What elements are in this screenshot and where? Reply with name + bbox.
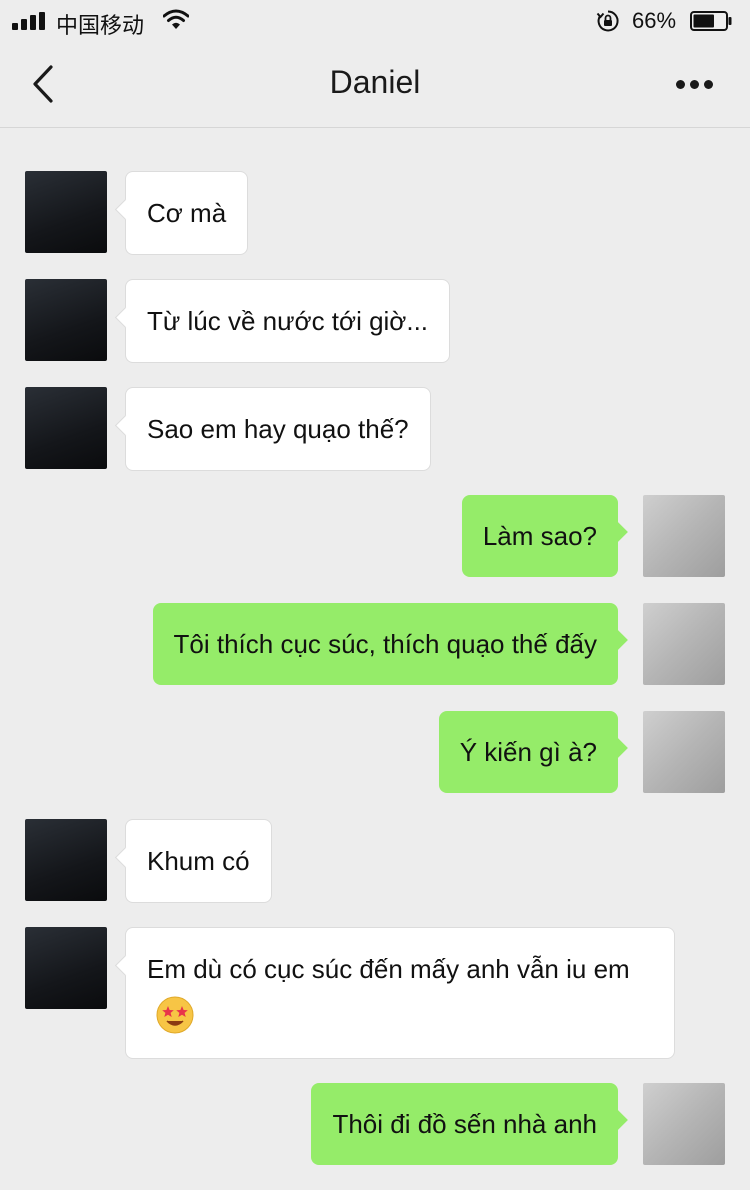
signal-bars-icon [12, 12, 48, 30]
message-text: Cơ mà [147, 198, 227, 228]
nav-bar: Daniel [0, 40, 750, 128]
orientation-lock-icon [596, 10, 619, 32]
message-bubble[interactable]: Thôi đi đồ sến nhà anh [311, 1083, 618, 1165]
message-bubble[interactable]: Ý kiến gì à? [438, 711, 618, 793]
message-bubble[interactable]: Từ lúc về nước tới giờ... [125, 279, 451, 363]
message-text: Từ lúc về nước tới giờ... [147, 306, 429, 336]
contact-avatar[interactable] [25, 171, 107, 253]
chat-title: Daniel [329, 64, 421, 100]
message-text: Tôi thích cục súc, thích quạo thế đấy [173, 629, 597, 659]
message-list[interactable]: Cơ mà Từ lúc về nước tới giờ... Sao em h… [0, 128, 750, 1190]
message-text: Ý kiến gì à? [459, 737, 597, 767]
status-bar: 中国移动 66% [0, 0, 750, 40]
contact-avatar[interactable] [25, 279, 107, 361]
star-struck-emoji-icon [156, 996, 194, 1034]
self-avatar[interactable] [643, 603, 725, 685]
message-bubble[interactable]: Khum có [125, 819, 272, 903]
battery-percent: 66% [632, 8, 677, 33]
wifi-icon [163, 9, 189, 29]
message-text: Sao em hay quạo thế? [147, 414, 409, 444]
message-bubble[interactable]: Sao em hay quạo thế? [125, 387, 431, 471]
message-bubble[interactable]: Cơ mà [125, 171, 249, 255]
contact-avatar[interactable] [25, 387, 107, 469]
self-avatar[interactable] [643, 711, 725, 793]
message-text: Thôi đi đồ sến nhà anh [332, 1109, 597, 1139]
contact-avatar[interactable] [25, 819, 107, 901]
self-avatar[interactable] [643, 495, 725, 577]
more-dots-icon [676, 80, 685, 89]
self-avatar[interactable] [643, 1083, 725, 1165]
message-bubble[interactable]: Em dù có cục súc đến mấy anh vẫn iu em [125, 927, 675, 1059]
contact-avatar[interactable] [25, 927, 107, 1009]
more-options-button[interactable] [668, 70, 720, 98]
message-bubble[interactable]: Tôi thích cục súc, thích quạo thế đấy [152, 603, 618, 685]
battery-icon [690, 11, 732, 31]
message-text: Em dù có cục súc đến mấy anh vẫn iu em [147, 954, 630, 984]
message-bubble[interactable]: Làm sao? [461, 495, 618, 577]
carrier-name: 中国移动 [56, 13, 145, 38]
message-text: Khum có [147, 846, 250, 876]
message-text: Làm sao? [482, 521, 597, 551]
